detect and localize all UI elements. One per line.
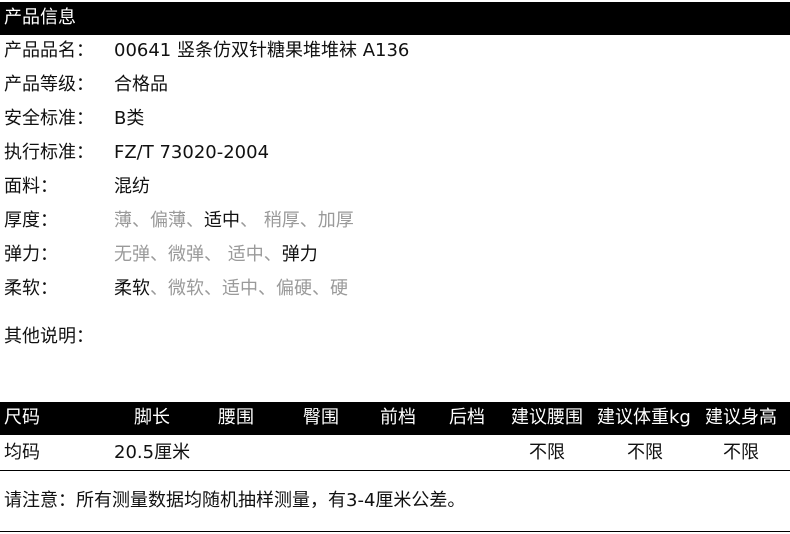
- product-name-label: 产品品名：: [4, 40, 94, 61]
- size-table-header: 尺码 脚长 腰围 臀围 前档 后档 建议腰围 建议体重kg 建议身高: [0, 402, 790, 435]
- thickness-scale: 薄、偏薄、适中、 稍厚、加厚: [114, 208, 354, 234]
- size-header-suggested-weight: 建议体重kg: [597, 407, 691, 428]
- size-header-front-rise: 前档: [380, 407, 416, 428]
- safety-standard-value: B类: [114, 108, 145, 129]
- grade-value: 合格品: [114, 74, 168, 95]
- product-info-header: 产品信息: [0, 2, 790, 35]
- fabric-value: 混纺: [114, 176, 150, 197]
- divider: [0, 470, 790, 471]
- elasticity-scale: 无弹、微弹、 适中、弹力: [114, 242, 318, 268]
- thickness-label: 厚度：: [4, 210, 58, 231]
- grade-label: 产品等级：: [4, 74, 94, 95]
- thickness-option-list: 薄、偏薄、: [114, 210, 204, 231]
- size-cell-suggested-height: 不限: [723, 442, 759, 463]
- softness-scale: 柔软、微软、适中、偏硬、硬: [114, 276, 348, 302]
- execution-standard-value: FZ/T 73020-2004: [114, 142, 270, 163]
- fabric-label: 面料：: [4, 176, 58, 197]
- elasticity-selected: 弹力: [281, 244, 318, 265]
- size-header-hip: 臀围: [303, 407, 339, 428]
- size-header-size: 尺码: [4, 407, 40, 428]
- size-cell-suggested-waist: 不限: [529, 442, 565, 463]
- size-cell-foot-length: 20.5厘米: [114, 442, 191, 463]
- softness-label: 柔软：: [4, 278, 58, 299]
- product-name-value: 00641 竖条仿双针糖果堆堆袜 A136: [114, 40, 410, 61]
- size-cell-suggested-weight: 不限: [627, 442, 663, 463]
- size-header-foot-length: 脚长: [134, 407, 170, 428]
- elasticity-label: 弹力：: [4, 244, 58, 265]
- safety-standard-label: 安全标准：: [4, 108, 94, 129]
- size-cell-size: 均码: [4, 442, 40, 463]
- execution-standard-label: 执行标准：: [4, 142, 94, 163]
- section-title: 产品信息: [4, 7, 76, 28]
- size-header-back-rise: 后档: [449, 407, 485, 428]
- softness-selected: 柔软: [114, 278, 150, 299]
- size-header-suggested-waist: 建议腰围: [511, 407, 583, 428]
- other-notes-label: 其他说明：: [4, 326, 94, 347]
- softness-option-list: 、微软、适中、偏硬、硬: [150, 278, 348, 299]
- measurement-note: 请注意：所有测量数据均随机抽样测量，有3-4厘米公差。: [4, 490, 466, 511]
- thickness-selected: 适中: [204, 210, 240, 231]
- bottom-divider: [0, 531, 790, 532]
- elasticity-option-list: 无弹、微弹、 适中、: [114, 244, 282, 265]
- size-header-suggested-height: 建议身高: [705, 407, 777, 428]
- thickness-option-list-rest: 、 稍厚、加厚: [240, 210, 354, 231]
- size-header-waist: 腰围: [218, 407, 254, 428]
